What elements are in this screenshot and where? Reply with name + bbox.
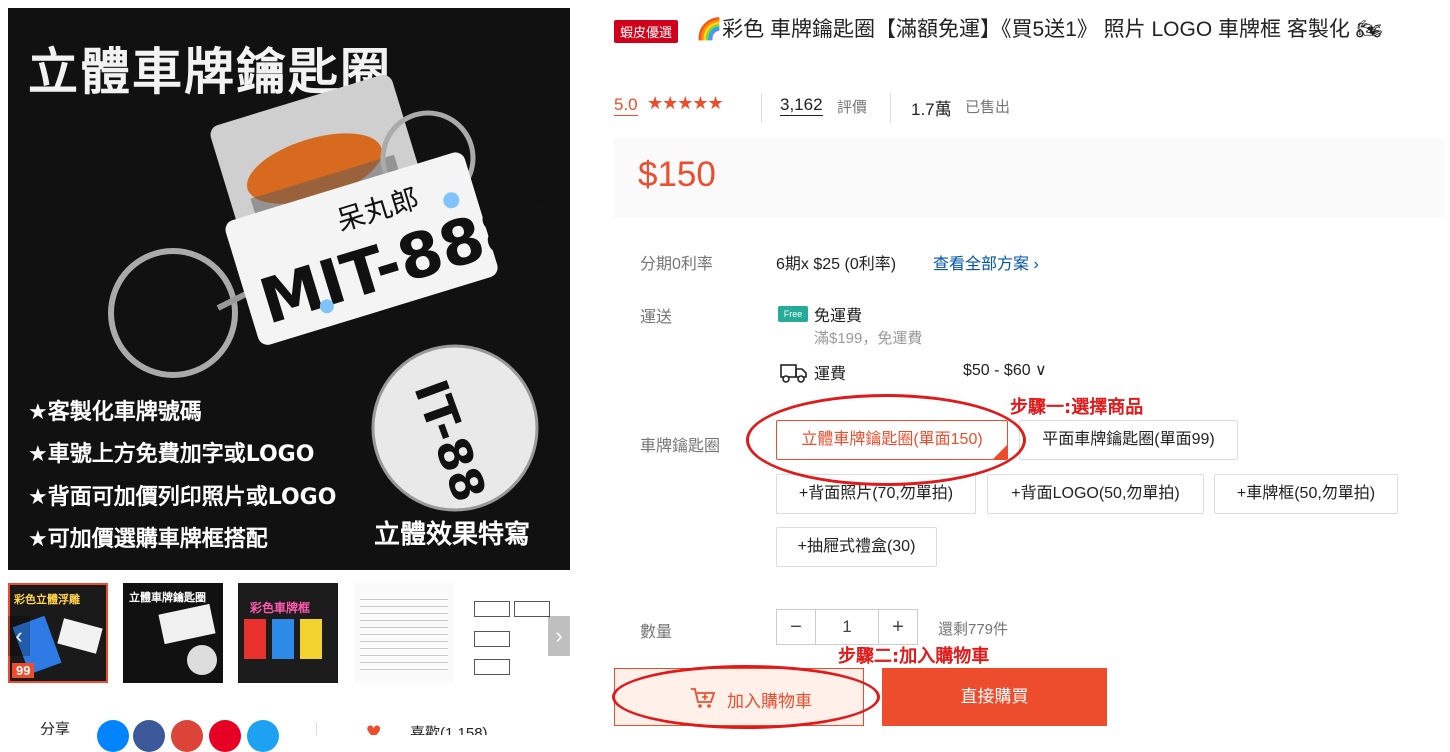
- step1-annotation: 步驟一:選擇商品: [1010, 397, 1144, 418]
- option-back-logo[interactable]: +背面LOGO(50,勿單拍): [987, 474, 1204, 514]
- twitter-icon[interactable]: [247, 720, 279, 752]
- pinterest-icon[interactable]: [209, 720, 241, 752]
- closeup-label: 立體效果特寫: [374, 520, 531, 550]
- thumbnail-title: 彩色立體浮雕: [14, 594, 80, 606]
- google-icon[interactable]: [171, 720, 203, 752]
- reviews-count[interactable]: 3,162: [780, 95, 823, 116]
- product-price: $150: [638, 155, 716, 194]
- buy-now-button[interactable]: 直接購買: [882, 668, 1107, 726]
- thumbnail-3[interactable]: 彩色車牌框: [238, 583, 338, 683]
- thumbnail-title: 彩色車牌框: [250, 601, 311, 615]
- quantity-label: 數量: [640, 624, 673, 641]
- thumbnail-4[interactable]: [354, 583, 454, 683]
- thumbnail-prev-button[interactable]: ‹: [8, 616, 30, 656]
- star-rating-icon: ★★★★★: [647, 93, 724, 113]
- thumbnail-price: 99: [12, 663, 35, 678]
- option-plate-frame[interactable]: +車牌框(50,勿單拍): [1214, 474, 1398, 514]
- stock-remaining: 還剩779件: [938, 621, 1009, 638]
- feature-bullet: ★可加價選購車牌框搭配: [28, 527, 268, 552]
- installment-plans-link[interactable]: 查看全部方案 ›: [933, 250, 1039, 274]
- sold-count: 1.7萬: [911, 100, 952, 119]
- truck-icon: [780, 364, 807, 383]
- feature-bullet: ★車號上方免費加字或LOGO: [28, 442, 315, 467]
- messenger-icon[interactable]: [97, 720, 129, 752]
- feature-bullet: ★客製化車牌號碼: [28, 400, 202, 425]
- shipping-fee-dropdown[interactable]: $50 - $60 ∨: [963, 360, 1047, 380]
- option-gift-box[interactable]: +抽屜式禮盒(30): [776, 527, 937, 567]
- option-flat-keychain[interactable]: 平面車牌鑰匙圈(單面99): [1019, 420, 1238, 460]
- step1-highlight-ellipse: [746, 394, 1026, 486]
- free-shipping-icon: Free: [778, 306, 808, 322]
- favorite-count: 喜歡(1,158): [410, 725, 488, 735]
- facebook-icon[interactable]: [133, 720, 165, 752]
- main-product-image[interactable]: 立體車牌鑰匙圈 呆丸郎 MIT-8888 IT-88 ★客製化車牌號碼 ★車號上…: [8, 8, 570, 570]
- installment-label: 分期0利率: [640, 256, 713, 273]
- step2-annotation: 步驟二:加入購物車: [838, 646, 990, 667]
- feature-bullet: ★背面可加價列印照片或LOGO: [28, 485, 337, 510]
- installment-value: 6期x $25 (0利率): [776, 256, 897, 273]
- thumbnail-next-button[interactable]: ›: [548, 616, 570, 656]
- quantity-plus-button[interactable]: +: [878, 609, 918, 645]
- shipping-fee-label: 運費: [814, 366, 847, 383]
- share-divider: [316, 722, 317, 735]
- thumbnail-title: 立體車牌鑰匙圈: [129, 592, 206, 604]
- thumbnail-2[interactable]: 立體車牌鑰匙圈: [123, 583, 223, 683]
- reviews-label: 評價: [837, 99, 868, 116]
- quantity-minus-button[interactable]: −: [776, 609, 816, 645]
- price-box: $150: [614, 138, 1445, 218]
- shipping-label: 運送: [640, 309, 673, 326]
- sold-label: 已售出: [965, 99, 1011, 116]
- heart-icon[interactable]: ♥: [366, 716, 381, 735]
- free-shipping-label: 免運費: [814, 308, 863, 325]
- product-title: 🌈彩色 車牌鑰匙圈【滿額免運】《買5送1》 照片 LOGO 車牌框 客製化 🏍: [696, 18, 1383, 41]
- step2-highlight-ellipse: [612, 665, 880, 729]
- quantity-input[interactable]: 1: [815, 609, 879, 645]
- free-shipping-condition: 滿$199，免運費: [814, 330, 923, 347]
- rating-score[interactable]: 5.0: [614, 95, 638, 116]
- rating-row: 5.0 ★★★★★ 3,162 評價 1.7萬 已售出: [614, 93, 1034, 123]
- variation-label: 車牌鑰匙圈: [640, 438, 721, 455]
